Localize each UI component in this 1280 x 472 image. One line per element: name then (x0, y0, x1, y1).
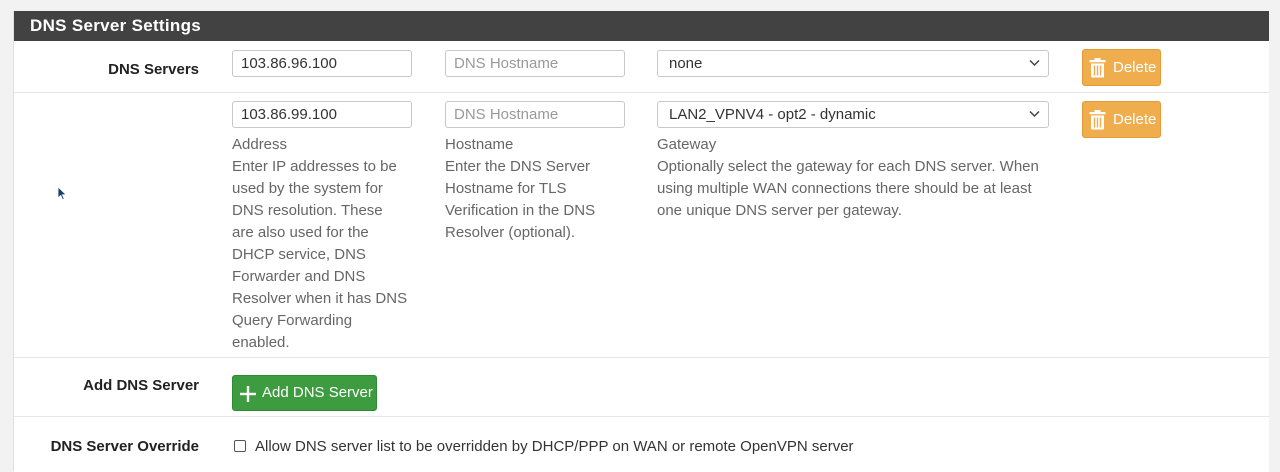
help-line: Query Forwarding (232, 312, 353, 329)
dns-server-settings-panel: DNS Server Settings DNS Servers none Del… (13, 11, 1269, 472)
add-dns-server-row: Add DNS Server Add DNS Server (14, 357, 1269, 416)
help-line: Verification in the DNS (445, 202, 596, 219)
chevron-down-icon (1029, 110, 1040, 118)
mouse-cursor-icon (57, 186, 67, 201)
delete-button-label: Delete (1113, 59, 1157, 76)
dns-server-row-1: DNS Servers none Delete (14, 41, 1269, 92)
help-line: used by the system for (232, 180, 383, 197)
trash-icon (1089, 58, 1106, 78)
help-line: using multiple WAN connections there sho… (657, 180, 1032, 197)
help-line: are also used for the (232, 224, 369, 241)
dns-override-checkbox-text: Allow DNS server list to be overridden b… (255, 438, 854, 455)
add-dns-server-label: Add DNS Server (83, 377, 199, 394)
trash-icon (1089, 110, 1106, 130)
help-line: Forwarder and DNS (232, 268, 366, 285)
add-dns-server-button[interactable]: Add DNS Server (232, 375, 377, 411)
help-line: Resolver when it has DNS (232, 290, 408, 307)
dns-address-input-2[interactable] (232, 101, 412, 128)
help-line: one unique DNS server per gateway. (657, 202, 902, 219)
plus-icon (240, 386, 256, 402)
address-help: Address Enter IP addresses to be used by… (232, 134, 422, 354)
help-line: DNS resolution. These (232, 202, 383, 219)
gateway-select-value: none (669, 55, 703, 72)
help-line: Hostname for TLS (445, 180, 567, 197)
dns-address-input-1[interactable] (232, 50, 412, 77)
dns-override-label: DNS Server Override (50, 438, 199, 455)
help-line: Optionally select the gateway for each D… (657, 158, 1039, 175)
gateway-help: Gateway Optionally select the gateway fo… (657, 134, 1067, 222)
gateway-select-2[interactable]: LAN2_VPNV4 - opt2 - dynamic (657, 101, 1049, 128)
hostname-help-title: Hostname (445, 136, 514, 153)
gateway-help-title: Gateway (657, 136, 717, 153)
dns-override-checkbox[interactable] (234, 440, 246, 452)
dns-server-row-2: LAN2_VPNV4 - opt2 - dynamic Delete Addre… (14, 92, 1269, 358)
dns-servers-label: DNS Servers (108, 61, 199, 78)
help-line: Enter the DNS Server (445, 158, 591, 175)
help-line: DHCP service, DNS (232, 246, 366, 263)
gateway-select-1[interactable]: none (657, 50, 1049, 77)
panel-title: DNS Server Settings (30, 16, 202, 35)
help-line: enabled. (232, 334, 290, 351)
help-line: Resolver (optional). (445, 224, 576, 241)
delete-button-label: Delete (1113, 111, 1157, 128)
chevron-down-icon (1029, 59, 1040, 67)
dns-hostname-input-2[interactable] (445, 101, 625, 128)
dns-override-row: DNS Server Override Allow DNS server lis… (14, 416, 1269, 472)
panel-heading: DNS Server Settings (14, 11, 1269, 41)
help-line: Enter IP addresses to be (232, 158, 397, 175)
delete-button-2[interactable]: Delete (1082, 101, 1161, 138)
gateway-select-value: LAN2_VPNV4 - opt2 - dynamic (669, 106, 876, 123)
hostname-help: Hostname Enter the DNS Server Hostname f… (445, 134, 635, 244)
address-help-title: Address (232, 136, 288, 153)
add-dns-server-button-label: Add DNS Server (262, 384, 373, 401)
dns-hostname-input-1[interactable] (445, 50, 625, 77)
delete-button-1[interactable]: Delete (1082, 49, 1161, 86)
